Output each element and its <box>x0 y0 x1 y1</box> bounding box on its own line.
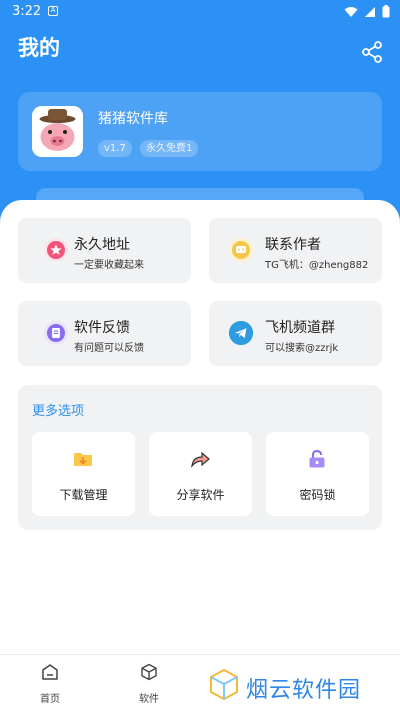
download-manager-button[interactable]: 下载管理 <box>32 432 135 516</box>
tile-subtitle: 可以搜索@zzrjk <box>265 343 339 354</box>
status-bar: 3:22 A <box>0 0 400 24</box>
option-label: 密码锁 <box>299 488 336 502</box>
tile-title: 软件反馈 <box>74 320 130 336</box>
feedback-icon <box>44 321 68 345</box>
tile-permanent-address[interactable]: 永久地址 一定要收藏起来 <box>18 218 191 283</box>
option-label: 分享软件 <box>176 488 225 502</box>
signal-icon <box>365 6 375 17</box>
share-icon <box>362 41 382 63</box>
share-button[interactable] <box>360 40 384 64</box>
tile-subtitle: 一定要收藏起来 <box>74 260 144 271</box>
system-icons <box>344 5 390 18</box>
tile-subtitle: 有问题可以反馈 <box>74 343 144 354</box>
battery-icon <box>382 5 390 18</box>
tab-software[interactable]: 软件 <box>119 655 179 711</box>
tile-subtitle: TG飞机：@zheng882 <box>265 260 369 271</box>
lock-icon <box>306 448 328 470</box>
option-label: 下载管理 <box>59 488 108 502</box>
watermark-logo-icon <box>210 668 238 701</box>
password-lock-button[interactable]: 密码锁 <box>266 432 369 516</box>
app-name: 猪猪软件库 <box>98 111 168 127</box>
tile-contact-author[interactable]: 联系作者 TG飞机：@zheng882 <box>209 218 382 283</box>
star-icon <box>44 238 68 262</box>
telegram-icon <box>229 321 253 345</box>
share-app-button[interactable]: 分享软件 <box>149 432 252 516</box>
more-options-panel: 更多选项 下载管理 分享软件 密码锁 <box>18 385 382 530</box>
chat-icon <box>229 238 253 262</box>
app-logo <box>32 106 83 157</box>
home-icon <box>41 663 59 681</box>
more-options-title: 更多选项 <box>32 404 85 419</box>
watermark: 烟云软件园 <box>208 666 394 706</box>
app-info-card[interactable]: 猪猪软件库 v1.7 永久免费1 <box>18 92 382 171</box>
free-badge: 永久免费1 <box>140 140 199 157</box>
version-badge: v1.7 <box>98 140 132 157</box>
tab-label: 首页 <box>40 694 60 705</box>
tile-title: 飞机频道群 <box>265 320 335 336</box>
share-arrow-icon <box>189 448 211 470</box>
tile-title: 永久地址 <box>74 237 130 253</box>
tile-feedback[interactable]: 软件反馈 有问题可以反馈 <box>18 301 191 366</box>
tile-channel-group[interactable]: 飞机频道群 可以搜索@zzrjk <box>209 301 382 366</box>
tile-title: 联系作者 <box>265 237 321 253</box>
page-title: 我的 <box>18 36 60 60</box>
watermark-text: 烟云软件园 <box>246 678 362 703</box>
wifi-icon <box>344 6 358 17</box>
tab-home[interactable]: 首页 <box>20 655 80 711</box>
download-folder-icon <box>72 448 94 470</box>
pig-logo-icon <box>32 106 83 157</box>
notification-icon: A <box>48 6 58 16</box>
tab-label: 软件 <box>139 694 159 705</box>
cube-icon <box>140 663 158 681</box>
status-time: 3:22 <box>12 4 42 19</box>
